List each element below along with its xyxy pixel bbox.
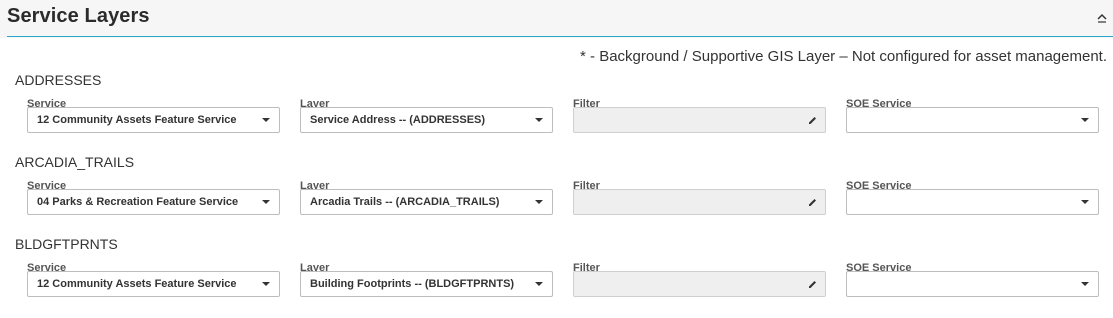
service-select-value: 04 Parks & Recreation Feature Service <box>37 196 239 208</box>
layer-select[interactable]: Arcadia Trails -- (ARCADIA_TRAILS) <box>300 189 553 215</box>
pencil-icon[interactable] <box>807 115 818 126</box>
layer-group-title: ADDRESSES <box>15 72 102 88</box>
layer-group-title: BLDGFTPRNTS <box>15 236 118 252</box>
caret-down-icon <box>1081 200 1089 204</box>
caret-down-icon <box>535 282 543 286</box>
caret-down-icon <box>535 118 543 122</box>
section-header: Service Layers <box>0 0 1113 38</box>
layer-group-arcadia-trails: ARCADIA_TRAILS Service 04 Parks & Recrea… <box>0 154 1113 236</box>
filter-field[interactable] <box>573 107 826 133</box>
caret-down-icon <box>262 118 270 122</box>
soe-service-select[interactable] <box>846 107 1099 133</box>
filter-field[interactable] <box>573 189 826 215</box>
soe-service-select[interactable] <box>846 189 1099 215</box>
layer-group-addresses: ADDRESSES Service 12 Community Assets Fe… <box>0 72 1113 154</box>
background-layer-note: * - Background / Supportive GIS Layer – … <box>580 48 1107 65</box>
soe-service-select[interactable] <box>846 271 1099 297</box>
caret-down-icon <box>262 200 270 204</box>
collapse-button[interactable] <box>1094 8 1110 28</box>
chevron-up-icon <box>1097 13 1107 23</box>
layer-select-value: Building Footprints -- (BLDGFTPRNTS) <box>310 278 515 290</box>
caret-down-icon <box>262 282 270 286</box>
caret-down-icon <box>1081 282 1089 286</box>
service-select[interactable]: 12 Community Assets Feature Service <box>27 271 280 297</box>
layer-group-title: ARCADIA_TRAILS <box>15 154 135 170</box>
section-title: Service Layers <box>7 5 150 27</box>
caret-down-icon <box>535 200 543 204</box>
service-select-value: 12 Community Assets Feature Service <box>37 278 237 290</box>
filter-field[interactable] <box>573 271 826 297</box>
layer-select[interactable]: Building Footprints -- (BLDGFTPRNTS) <box>300 271 553 297</box>
service-select[interactable]: 12 Community Assets Feature Service <box>27 107 280 133</box>
layer-select-value: Arcadia Trails -- (ARCADIA_TRAILS) <box>310 196 500 208</box>
layer-group-bldgftprnts: BLDGFTPRNTS Service 12 Community Assets … <box>0 236 1113 318</box>
pencil-icon[interactable] <box>807 197 818 208</box>
pencil-icon[interactable] <box>807 279 818 290</box>
service-select-value: 12 Community Assets Feature Service <box>37 114 237 126</box>
layer-select-value: Service Address -- (ADDRESSES) <box>310 114 486 126</box>
service-select[interactable]: 04 Parks & Recreation Feature Service <box>27 189 280 215</box>
layer-select[interactable]: Service Address -- (ADDRESSES) <box>300 107 553 133</box>
caret-down-icon <box>1081 118 1089 122</box>
header-divider <box>7 36 1113 37</box>
